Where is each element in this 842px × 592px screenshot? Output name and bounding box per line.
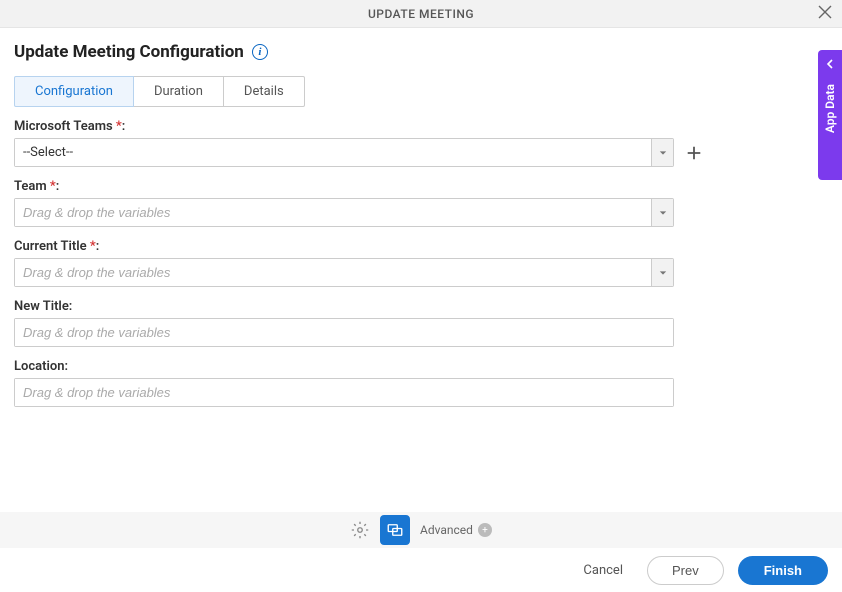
advanced-label-text: Advanced (420, 523, 473, 537)
page-title-text: Update Meeting Configuration (14, 42, 244, 62)
field-group-current-title: Current Title *: (14, 239, 828, 287)
label-new-title: New Title: (14, 299, 828, 314)
add-button[interactable] (682, 141, 706, 165)
team-field[interactable] (14, 198, 674, 227)
close-icon[interactable] (818, 4, 832, 23)
field-group-team: Team *: (14, 179, 828, 227)
new-title-input[interactable] (15, 319, 673, 346)
msteams-select-value: --Select-- (15, 139, 651, 166)
config-tool-icon[interactable] (380, 515, 410, 545)
finish-button[interactable]: Finish (738, 556, 828, 585)
page-title: Update Meeting Configuration i (14, 42, 828, 62)
title-bar-text: UPDATE MEETING (368, 7, 474, 21)
tabs-container: Configuration Duration Details (14, 76, 828, 107)
msteams-select[interactable]: --Select-- (14, 138, 674, 167)
label-team: Team *: (14, 179, 828, 194)
current-title-field[interactable] (14, 258, 674, 287)
info-icon[interactable]: i (252, 44, 268, 60)
title-bar: UPDATE MEETING (0, 0, 842, 28)
tab-details[interactable]: Details (224, 76, 305, 107)
tab-configuration[interactable]: Configuration (14, 76, 134, 107)
app-data-side-tab[interactable]: App Data (818, 50, 842, 180)
label-msteams: Microsoft Teams *: (14, 119, 828, 134)
field-group-new-title: New Title: (14, 299, 828, 347)
chevron-down-icon[interactable] (651, 139, 673, 166)
location-input[interactable] (15, 379, 673, 406)
gear-icon[interactable] (350, 520, 370, 540)
team-input[interactable] (15, 199, 651, 226)
field-group-location: Location: (14, 359, 828, 407)
prev-button[interactable]: Prev (647, 556, 724, 585)
bottom-toolbar: Advanced + (0, 512, 842, 548)
footer: Cancel Prev Finish (0, 548, 842, 592)
content: Update Meeting Configuration i Configura… (0, 28, 842, 407)
tab-duration[interactable]: Duration (134, 76, 224, 107)
chevron-down-icon[interactable] (651, 259, 673, 286)
field-group-msteams: Microsoft Teams *: --Select-- (14, 119, 828, 167)
chevron-down-icon[interactable] (651, 199, 673, 226)
label-current-title: Current Title *: (14, 239, 828, 254)
cancel-button[interactable]: Cancel (573, 557, 633, 584)
chevron-left-icon (824, 58, 836, 70)
current-title-input[interactable] (15, 259, 651, 286)
new-title-field[interactable] (14, 318, 674, 347)
advanced-toggle[interactable]: Advanced + (420, 523, 492, 537)
label-location: Location: (14, 359, 828, 374)
location-field[interactable] (14, 378, 674, 407)
side-tab-label: App Data (823, 84, 837, 133)
plus-circle-icon: + (478, 523, 492, 537)
